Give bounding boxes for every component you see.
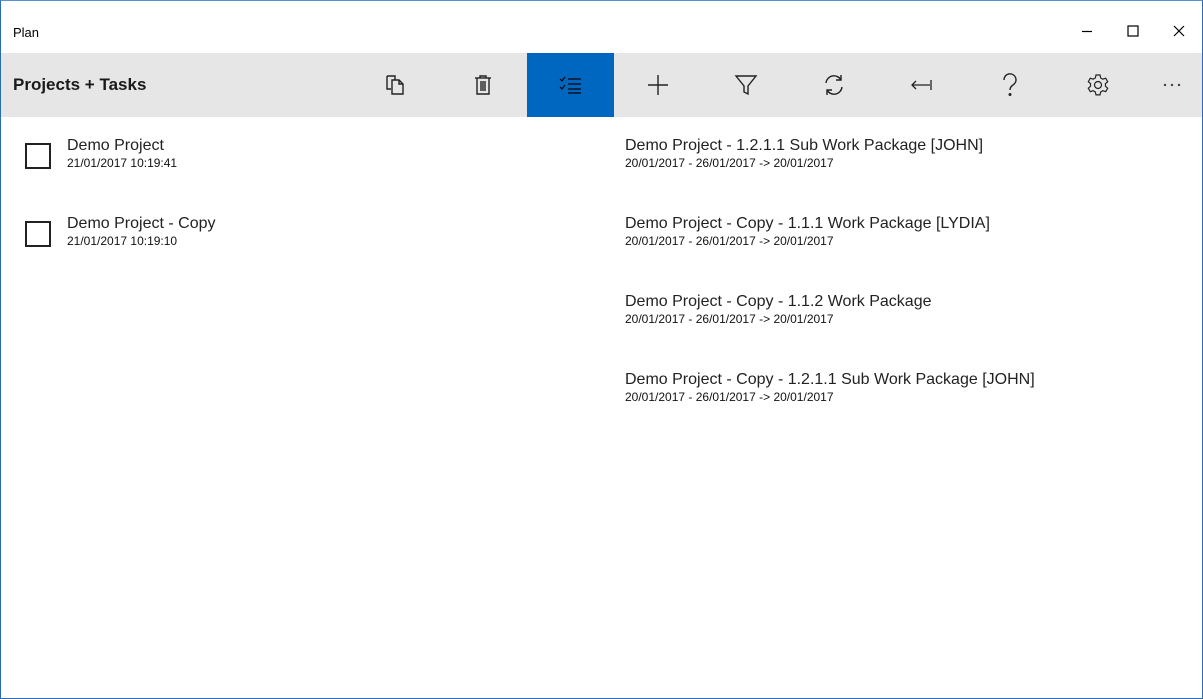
project-text: Demo Project - Copy 21/01/2017 10:19:10 [67,214,216,249]
back-arrow-button[interactable] [878,53,966,117]
minimize-icon [1082,30,1092,33]
back-arrow-icon [911,80,932,90]
copy-icon [385,75,404,95]
help-icon [1003,73,1017,97]
add-icon [648,75,669,95]
task-title: Demo Project - 1.2.1.1 Sub Work Package … [625,137,984,154]
minimize-button[interactable] [1064,15,1110,47]
close-button[interactable] [1156,15,1202,47]
task-dates: 20/01/2017 - 26/01/2017 -> 20/01/2017 [625,312,834,326]
task-dates: 20/01/2017 - 26/01/2017 -> 20/01/2017 [625,390,834,404]
delete-icon [474,75,491,95]
window-title: Plan [13,25,40,40]
maximize-icon [1127,25,1139,37]
project-timestamp: 21/01/2017 10:19:10 [67,234,178,248]
add-button[interactable] [614,53,702,117]
command-bar: Projects + Tasks [1,53,1202,117]
project-text: Demo Project 21/01/2017 10:19:41 [67,136,177,171]
caption-buttons [1064,15,1202,47]
settings-icon [1087,74,1109,96]
project-timestamp: 21/01/2017 10:19:41 [67,156,178,170]
list-item[interactable]: Demo Project 21/01/2017 10:19:41 [1,117,601,195]
task-title: Demo Project - Copy - 1.1.1 Work Package… [625,215,990,232]
project-name: Demo Project - Copy [67,215,216,232]
task-title: Demo Project - Copy - 1.2.1.1 Sub Work P… [625,371,1035,388]
maximize-button[interactable] [1110,15,1156,47]
refresh-icon [825,75,843,95]
project-list: Demo Project 21/01/2017 10:19:41 Demo Pr… [1,117,601,273]
title-bar: Plan [1,1,1202,53]
main-content: Demo Project 21/01/2017 10:19:41 Demo Pr… [1,117,1202,698]
filter-button[interactable] [702,53,790,117]
task-list: Demo Project - 1.2.1.1 Sub Work Package … [625,117,1202,429]
more-icon [1163,83,1181,87]
copy-button[interactable] [351,53,439,117]
close-icon [1173,25,1185,37]
project-checkbox[interactable] [25,143,51,169]
list-item[interactable]: Demo Project - Copy - 1.2.1.1 Sub Work P… [625,351,1202,429]
list-item[interactable]: Demo Project - 1.2.1.1 Sub Work Package … [625,117,1202,195]
project-checkbox[interactable] [25,221,51,247]
list-item[interactable]: Demo Project - Copy - 1.1.1 Work Package… [625,195,1202,273]
page-title: Projects + Tasks [13,75,147,94]
list-item[interactable]: Demo Project - Copy - 1.1.2 Work Package… [625,273,1202,351]
project-name: Demo Project [67,137,164,154]
task-title: Demo Project - Copy - 1.1.2 Work Package [625,293,932,310]
checklist-button[interactable] [526,53,615,117]
filter-icon [734,75,758,96]
app-window: Plan Projects + Tasks Demo Project 21/01… [0,0,1203,699]
task-dates: 20/01/2017 - 26/01/2017 -> 20/01/2017 [625,156,834,170]
help-button[interactable] [966,53,1054,117]
delete-button[interactable] [439,53,527,117]
refresh-button[interactable] [790,53,878,117]
more-button[interactable] [1142,53,1202,117]
settings-button[interactable] [1054,53,1142,117]
checklist-icon [559,76,581,94]
list-item[interactable]: Demo Project - Copy 21/01/2017 10:19:10 [1,195,601,273]
task-dates: 20/01/2017 - 26/01/2017 -> 20/01/2017 [625,234,834,248]
